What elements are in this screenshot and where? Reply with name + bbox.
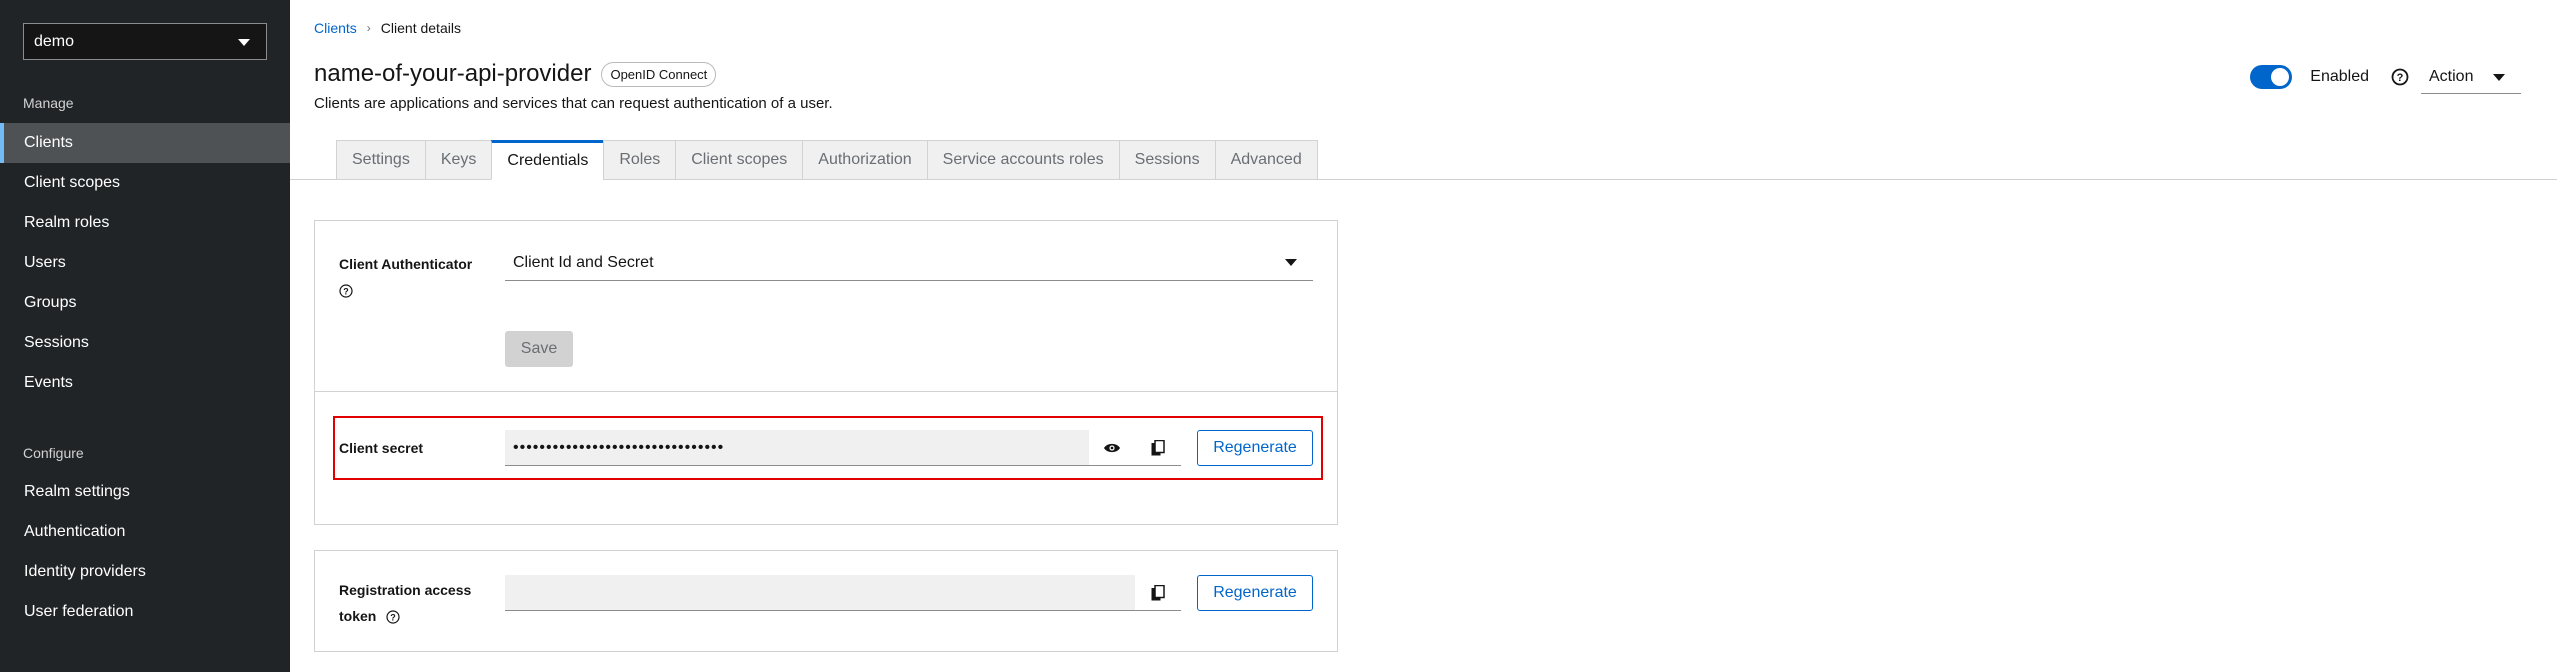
client-authenticator-label: Client Authenticator ?	[339, 251, 472, 303]
title-row: name-of-your-api-provider OpenID Connect	[314, 60, 717, 88]
client-authenticator-label-text: Client Authenticator	[339, 256, 473, 272]
registration-token-card: Registration access token ? Regenerate	[314, 550, 1338, 652]
tab-keys[interactable]: Keys	[424, 140, 492, 180]
show-secret-button[interactable]	[1089, 430, 1135, 466]
sidebar-item-client-scopes[interactable]: Client scopes	[0, 163, 290, 203]
chevron-right-icon: ›	[366, 21, 371, 35]
header-actions: Enabled ? Action	[2250, 60, 2521, 94]
save-button[interactable]: Save	[505, 331, 573, 367]
tab-credentials[interactable]: Credentials	[491, 140, 604, 180]
svg-text:?: ?	[390, 613, 396, 623]
tab-roles[interactable]: Roles	[603, 140, 676, 180]
copy-icon	[1151, 439, 1165, 455]
tab-client-scopes[interactable]: Client scopes	[675, 140, 803, 180]
registration-token-label-line1: Registration access	[339, 582, 472, 598]
help-icon[interactable]: ?	[2391, 68, 2409, 86]
registration-token-label: Registration access token ?	[339, 577, 471, 629]
copy-icon	[1151, 584, 1165, 600]
tab-bar: Settings Keys Credentials Roles Client s…	[336, 140, 1318, 180]
sidebar-item-realm-settings[interactable]: Realm settings	[0, 472, 290, 512]
client-authenticator-value: Client Id and Secret	[513, 253, 654, 271]
sidebar-item-sessions[interactable]: Sessions	[0, 323, 290, 363]
enabled-label: Enabled	[2310, 68, 2369, 85]
caret-down-icon	[1285, 259, 1297, 266]
svg-text:?: ?	[343, 287, 349, 297]
card-divider	[315, 391, 1337, 392]
main-content: Clients › Client details name-of-your-ap…	[290, 0, 2557, 672]
copy-token-button[interactable]	[1135, 575, 1181, 611]
sidebar-item-identity-providers[interactable]: Identity providers	[0, 552, 290, 592]
toggle-knob	[2271, 68, 2290, 86]
credentials-card: Client Authenticator ? Client Id and Sec…	[314, 220, 1338, 525]
page-title: name-of-your-api-provider	[314, 60, 592, 87]
sidebar-item-events[interactable]: Events	[0, 363, 290, 403]
breadcrumb-clients-link[interactable]: Clients	[314, 20, 357, 36]
tab-sessions[interactable]: Sessions	[1118, 140, 1215, 180]
page-description: Clients are applications and services th…	[314, 95, 833, 112]
protocol-badge: OpenID Connect	[601, 61, 717, 87]
client-authenticator-select[interactable]: Client Id and Secret	[505, 245, 1313, 281]
breadcrumb: Clients › Client details	[314, 20, 461, 36]
tab-authorization[interactable]: Authorization	[802, 140, 927, 180]
caret-down-icon	[2493, 74, 2505, 81]
action-dropdown[interactable]: Action	[2421, 60, 2521, 94]
nav-section-manage: Manage	[23, 95, 74, 111]
regenerate-secret-button[interactable]: Regenerate	[1197, 430, 1313, 466]
client-secret-input[interactable]: ••••••••••••••••••••••••••••••••	[505, 430, 1089, 466]
realm-selector[interactable]: demo	[23, 23, 267, 60]
sidebar-item-realm-roles[interactable]: Realm roles	[0, 203, 290, 243]
sidebar-item-users[interactable]: Users	[0, 243, 290, 283]
sidebar: demo Manage Clients Client scopes Realm …	[0, 0, 290, 672]
registration-token-input[interactable]	[505, 575, 1135, 611]
tab-settings[interactable]: Settings	[336, 140, 425, 180]
help-icon[interactable]: ?	[339, 284, 353, 298]
tab-advanced[interactable]: Advanced	[1214, 140, 1318, 180]
registration-token-label-line2: token	[339, 608, 377, 624]
caret-down-icon	[238, 39, 250, 46]
copy-secret-button[interactable]	[1135, 430, 1181, 466]
client-secret-label: Client secret	[339, 440, 424, 456]
nav-section-configure: Configure	[23, 445, 84, 461]
action-label: Action	[2429, 67, 2474, 85]
breadcrumb-current: Client details	[380, 20, 461, 36]
regenerate-token-button[interactable]: Regenerate	[1197, 575, 1313, 611]
help-icon[interactable]: ?	[386, 610, 400, 624]
tab-service-accounts-roles[interactable]: Service accounts roles	[926, 140, 1119, 180]
sidebar-item-clients[interactable]: Clients	[0, 123, 290, 163]
realm-name: demo	[34, 32, 75, 50]
svg-text:?: ?	[2397, 72, 2404, 84]
eye-icon	[1104, 443, 1120, 452]
sidebar-item-user-federation[interactable]: User federation	[0, 592, 290, 632]
enabled-toggle[interactable]	[2250, 65, 2293, 89]
sidebar-item-groups[interactable]: Groups	[0, 283, 290, 323]
sidebar-item-authentication[interactable]: Authentication	[0, 512, 290, 552]
